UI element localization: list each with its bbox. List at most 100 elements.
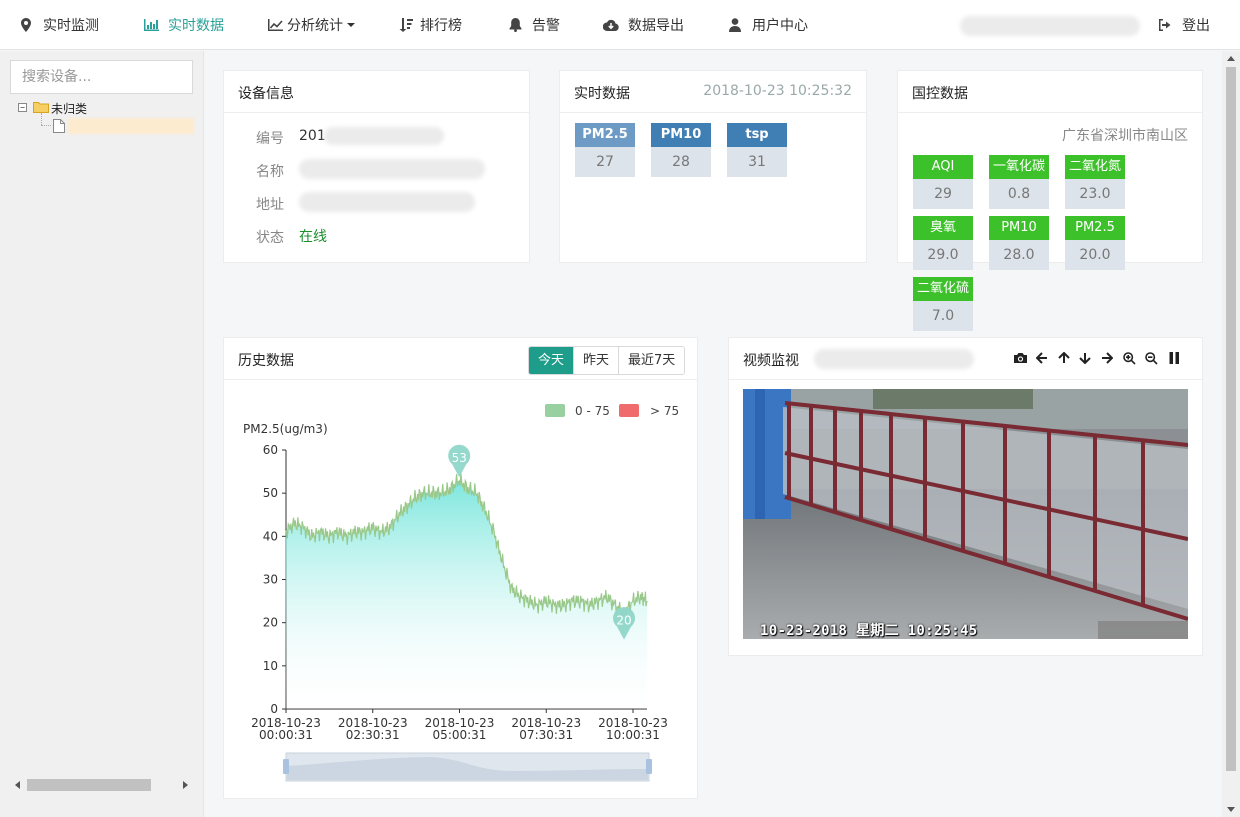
y-tick-label: 60	[263, 443, 278, 457]
panel-title: 国控数据	[912, 86, 968, 102]
nav-analysis[interactable]: 分析统计	[267, 0, 355, 50]
video-timestamp: 10-23-2018 星期二 10:25:45	[760, 623, 978, 639]
divider	[560, 112, 866, 113]
panel-title: 设备信息	[238, 86, 294, 102]
national-tag-no2: 二氧化氮 23.0	[1065, 155, 1125, 209]
data-zoom-slider[interactable]	[283, 752, 652, 782]
metric-label: AQI	[913, 155, 973, 179]
scrollbar-thumb[interactable]	[1226, 67, 1236, 771]
metric-label: tsp	[727, 123, 787, 147]
metric-label: PM10	[651, 123, 711, 147]
x-tick-label-time: 00:00:31	[259, 728, 313, 742]
metric-label: 二氧化氮	[1065, 155, 1125, 179]
arrow-up-icon[interactable]	[1056, 350, 1072, 366]
device-info-panel: 设备信息 编号 201 名称 地址 状态 在线	[223, 70, 530, 263]
scroll-left-icon[interactable]	[15, 781, 20, 789]
pm25-history-chart[interactable]: PM2.5(ug/m3) 0102030405060 2018-10-2300:…	[224, 338, 699, 800]
metric-tag-pm10: PM10 28	[651, 123, 711, 177]
arrow-left-icon[interactable]	[1034, 350, 1050, 366]
metric-value: 29.0	[913, 240, 973, 270]
nav-alarm[interactable]: 告警	[507, 0, 560, 50]
metric-label: 一氧化碳	[989, 155, 1049, 179]
national-tag-o3: 臭氧 29.0	[913, 216, 973, 270]
metric-label: PM2.5	[575, 123, 635, 147]
nav-ranking[interactable]: 排行榜	[398, 0, 462, 50]
national-tag-so2: 二氧化硫 7.0	[913, 277, 973, 331]
redacted-value	[324, 127, 444, 145]
panel-title: 视频监视	[743, 353, 799, 369]
camera-video-feed[interactable]: 10-23-2018 星期二 10:25:45	[743, 389, 1188, 639]
y-tick-label: 10	[263, 659, 278, 673]
user-icon	[727, 17, 743, 33]
y-tick-label: 0	[270, 702, 278, 716]
metric-value: 7.0	[913, 301, 973, 331]
zoom-handle-left[interactable]	[283, 759, 289, 774]
field-value-id: 201	[299, 128, 326, 144]
redacted-value	[299, 192, 475, 212]
camera-name-redacted	[814, 349, 974, 369]
x-tick-label-time: 02:30:31	[346, 728, 400, 742]
zoom-in-icon[interactable]	[1121, 350, 1137, 366]
metric-tag-pm25: PM2.5 27	[575, 123, 635, 177]
sidebar-horizontal-scrollbar[interactable]	[10, 777, 196, 793]
scroll-right-icon[interactable]	[183, 781, 188, 789]
field-label-id: 编号	[256, 131, 284, 147]
divider	[898, 112, 1202, 113]
national-tag-aqi: AQI 29	[913, 155, 973, 209]
scroll-up-icon[interactable]	[1227, 56, 1235, 61]
metric-label: 二氧化硫	[913, 277, 973, 301]
y-tick-label: 50	[263, 486, 278, 500]
nav-label: 数据导出	[628, 18, 684, 34]
logout-button[interactable]: 登出	[1157, 0, 1210, 50]
pause-icon[interactable]	[1166, 350, 1182, 366]
national-tag-pm10: PM10 28.0	[989, 216, 1049, 270]
nav-user-center[interactable]: 用户中心	[727, 0, 808, 50]
divider	[224, 112, 529, 113]
file-icon	[53, 119, 65, 133]
field-label-name: 名称	[256, 164, 284, 180]
metric-value: 29	[913, 179, 973, 209]
tree-collapse-toggle[interactable]: −	[18, 103, 27, 112]
metric-tag-tsp: tsp 31	[727, 123, 787, 177]
username-redacted	[960, 16, 1140, 36]
metric-label: PM2.5	[1065, 216, 1125, 240]
nav-label: 实时数据	[168, 18, 224, 34]
realtime-timestamp: 2018-10-23 10:25:32	[703, 83, 852, 99]
nav-realtime-monitor[interactable]: 实时监测	[18, 0, 99, 50]
national-data-panel: 国控数据 广东省深圳市南山区 AQI 29 一氧化碳 0.8 二氧化氮 23.0…	[897, 70, 1203, 331]
chevron-down-icon	[347, 23, 355, 27]
arrow-down-icon[interactable]	[1077, 350, 1093, 366]
y-tick-label: 40	[263, 529, 278, 543]
national-tag-co: 一氧化碳 0.8	[989, 155, 1049, 209]
camera-icon[interactable]	[1012, 350, 1028, 366]
nav-realtime-data[interactable]: 实时数据	[143, 0, 224, 50]
chart-max-marker: 53	[448, 444, 471, 478]
metric-value: 27	[575, 147, 635, 177]
main-vertical-scrollbar[interactable]	[1222, 51, 1240, 817]
nav-label: 用户中心	[752, 18, 808, 34]
tree-folder-label[interactable]: 未归类	[51, 100, 87, 117]
nav-label: 排行榜	[420, 18, 462, 34]
zoom-out-icon[interactable]	[1143, 350, 1159, 366]
field-label-status: 状态	[256, 230, 284, 246]
scrollbar-thumb[interactable]	[27, 779, 151, 791]
tree-device-item-redacted[interactable]	[68, 118, 194, 134]
device-search-input[interactable]	[10, 60, 193, 94]
metric-label: PM10	[989, 216, 1049, 240]
metric-value: 28	[651, 147, 711, 177]
bell-icon	[507, 17, 523, 33]
nav-export[interactable]: 数据导出	[603, 0, 684, 50]
metric-value: 23.0	[1065, 179, 1125, 209]
metric-value: 31	[727, 147, 787, 177]
location-label: 广东省深圳市南山区	[1062, 128, 1188, 144]
scroll-down-icon[interactable]	[1227, 807, 1235, 812]
nav-label: 实时监测	[43, 18, 99, 34]
top-navbar: 实时监测 实时数据 分析统计 排行榜 告警 数据导出 用户中心 登出	[0, 0, 1240, 50]
tree-connector	[41, 125, 51, 126]
arrow-right-icon[interactable]	[1099, 350, 1115, 366]
sort-icon	[398, 17, 414, 33]
field-label-address: 地址	[256, 197, 284, 213]
zoom-handle-right[interactable]	[646, 759, 652, 774]
national-tag-pm25: PM2.5 20.0	[1065, 216, 1125, 270]
metric-value: 0.8	[989, 179, 1049, 209]
